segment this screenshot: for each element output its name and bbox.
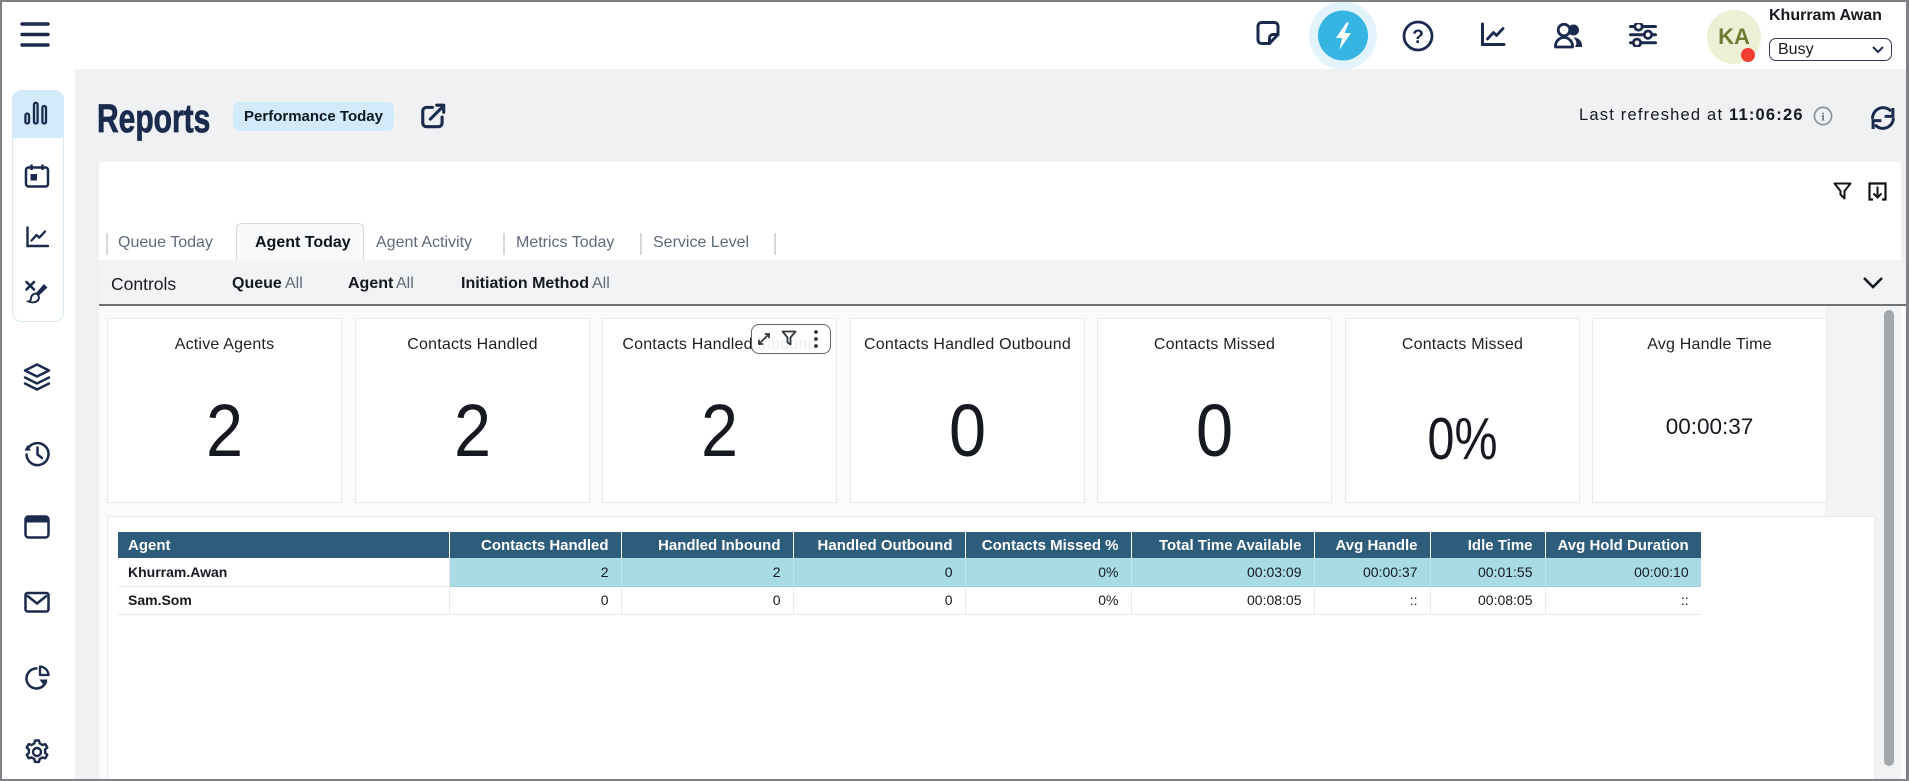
- svg-text:?: ?: [1412, 27, 1424, 48]
- svg-text:i: i: [1821, 110, 1825, 124]
